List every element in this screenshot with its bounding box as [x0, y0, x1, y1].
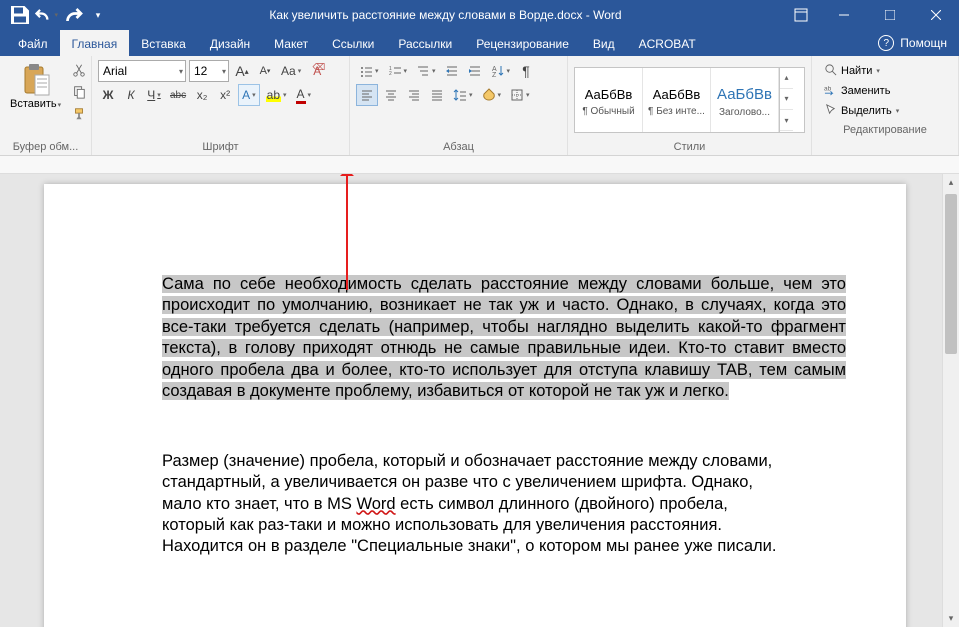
tab-layout[interactable]: Макет	[262, 30, 320, 56]
paste-label: Вставить	[10, 98, 61, 110]
tab-references[interactable]: Ссылки	[320, 30, 386, 56]
multilevel-button[interactable]	[413, 60, 439, 82]
paste-icon	[20, 62, 52, 98]
tab-design[interactable]: Дизайн	[198, 30, 262, 56]
italic-button[interactable]: К	[121, 84, 141, 106]
spellcheck-error: Word	[356, 495, 395, 513]
gallery-up[interactable]: ▴	[780, 68, 793, 89]
redo-button[interactable]	[60, 3, 84, 27]
select-button[interactable]: Выделить ▾	[822, 102, 948, 120]
show-marks-button[interactable]: ¶	[516, 60, 536, 82]
ribbon: Вставить Буфер обм... Arial 12 A▴ A▾ Aa …	[0, 56, 959, 156]
group-paragraph: 12 AZ ¶ Абзац	[350, 56, 568, 155]
cut-button[interactable]	[69, 60, 89, 80]
help-icon[interactable]: ?	[878, 35, 894, 51]
align-center-button[interactable]	[381, 84, 401, 106]
group-label-styles: Стили	[574, 139, 805, 155]
maximize-button[interactable]	[867, 0, 913, 30]
bold-button[interactable]: Ж	[98, 84, 118, 106]
svg-text:ab: ab	[824, 85, 832, 92]
font-color-button[interactable]: A	[293, 84, 315, 106]
horizontal-ruler[interactable]	[0, 156, 959, 174]
scroll-down[interactable]: ▾	[943, 610, 959, 627]
superscript-button[interactable]: x²	[215, 84, 235, 106]
quick-access-toolbar: ▾	[0, 3, 110, 27]
scroll-thumb[interactable]	[945, 194, 957, 354]
scroll-up[interactable]: ▴	[943, 174, 959, 191]
close-button[interactable]	[913, 0, 959, 30]
sort-button[interactable]: AZ	[488, 60, 514, 82]
group-label-font: Шрифт	[98, 139, 343, 155]
svg-text:2: 2	[389, 71, 392, 77]
shading-button[interactable]	[479, 84, 505, 106]
style-normal[interactable]: АаБбВв ¶ Обычный	[575, 68, 643, 132]
undo-button[interactable]	[34, 3, 58, 27]
bullets-button[interactable]	[356, 60, 382, 82]
align-right-button[interactable]	[404, 84, 424, 106]
tab-home[interactable]: Главная	[60, 30, 130, 56]
align-left-button[interactable]	[356, 84, 378, 106]
annotation-arrow	[346, 174, 348, 290]
format-painter-button[interactable]	[69, 104, 89, 124]
replace-button[interactable]: ab Заменить	[822, 82, 948, 100]
group-label-clipboard: Буфер обм...	[6, 139, 85, 155]
tab-insert[interactable]: Вставка	[129, 30, 198, 56]
group-label-editing: Редактирование	[818, 122, 952, 138]
paragraph-1[interactable]: Сама по себе необходимость сделать расст…	[162, 274, 846, 403]
tab-mailings[interactable]: Рассылки	[386, 30, 464, 56]
paragraph-2[interactable]: Размер (значение) пробела, который и обо…	[162, 451, 782, 558]
change-case-button[interactable]: Aa	[278, 60, 304, 82]
numbering-button[interactable]: 12	[385, 60, 411, 82]
minimize-button[interactable]	[821, 0, 867, 30]
svg-text:Z: Z	[492, 72, 497, 78]
vertical-scrollbar[interactable]: ▴ ▾	[942, 174, 959, 627]
text-effects-button[interactable]: A	[238, 84, 260, 106]
strike-button[interactable]: abc	[167, 84, 189, 106]
grow-font-button[interactable]: A▴	[232, 60, 252, 82]
paste-button[interactable]: Вставить	[6, 60, 65, 139]
font-name-combo[interactable]: Arial	[98, 60, 186, 82]
gallery-scroll: ▴ ▾ ▾	[779, 68, 793, 132]
tab-view[interactable]: Вид	[581, 30, 627, 56]
ribbon-display-options[interactable]	[781, 8, 821, 22]
highlight-button[interactable]: ab	[263, 84, 290, 106]
document-area: Сама по себе необходимость сделать расст…	[0, 174, 959, 627]
find-button[interactable]: Найти ▾	[822, 62, 948, 80]
gallery-more[interactable]: ▾	[780, 110, 793, 131]
tab-review[interactable]: Рецензирование	[464, 30, 581, 56]
borders-button[interactable]	[507, 84, 533, 106]
clear-format-button[interactable]: A⌫	[307, 60, 327, 82]
copy-button[interactable]	[69, 82, 89, 102]
title-bar: ▾ Как увеличить расстояние между словами…	[0, 0, 959, 30]
group-label-paragraph: Абзац	[356, 139, 561, 155]
shrink-font-button[interactable]: A▾	[255, 60, 275, 82]
cursor-icon	[824, 103, 837, 119]
group-font: Arial 12 A▴ A▾ Aa A⌫ Ж К Ч abc x₂ x² A a…	[92, 56, 350, 155]
underline-button[interactable]: Ч	[144, 84, 164, 106]
increase-indent-button[interactable]	[465, 60, 485, 82]
qat-customize[interactable]: ▾	[86, 3, 110, 27]
replace-icon: ab	[824, 83, 837, 99]
line-spacing-button[interactable]	[450, 84, 476, 106]
justify-button[interactable]	[427, 84, 447, 106]
search-icon	[824, 63, 837, 79]
subscript-button[interactable]: x₂	[192, 84, 212, 106]
font-size-combo[interactable]: 12	[189, 60, 229, 82]
document-page[interactable]: Сама по себе необходимость сделать расст…	[44, 184, 906, 627]
tab-acrobat[interactable]: ACROBAT	[627, 30, 708, 56]
styles-gallery: АаБбВв ¶ Обычный АаБбВв ¶ Без инте... Аа…	[574, 67, 805, 133]
group-clipboard: Вставить Буфер обм...	[0, 56, 92, 155]
decrease-indent-button[interactable]	[442, 60, 462, 82]
gallery-down[interactable]: ▾	[780, 89, 793, 110]
ribbon-tabs: Файл Главная Вставка Дизайн Макет Ссылки…	[0, 30, 959, 56]
tell-me[interactable]: Помощн	[900, 36, 947, 50]
window-title: Как увеличить расстояние между словами в…	[110, 8, 781, 22]
window-controls	[821, 0, 959, 30]
group-styles: АаБбВв ¶ Обычный АаБбВв ¶ Без инте... Аа…	[568, 56, 812, 155]
group-editing: Найти ▾ ab Заменить Выделить ▾ Редактиро…	[812, 56, 959, 155]
style-no-spacing[interactable]: АаБбВв ¶ Без инте...	[643, 68, 711, 132]
tab-file[interactable]: Файл	[6, 30, 60, 56]
style-heading1[interactable]: АаБбВв Заголово...	[711, 68, 779, 132]
save-button[interactable]	[8, 3, 32, 27]
